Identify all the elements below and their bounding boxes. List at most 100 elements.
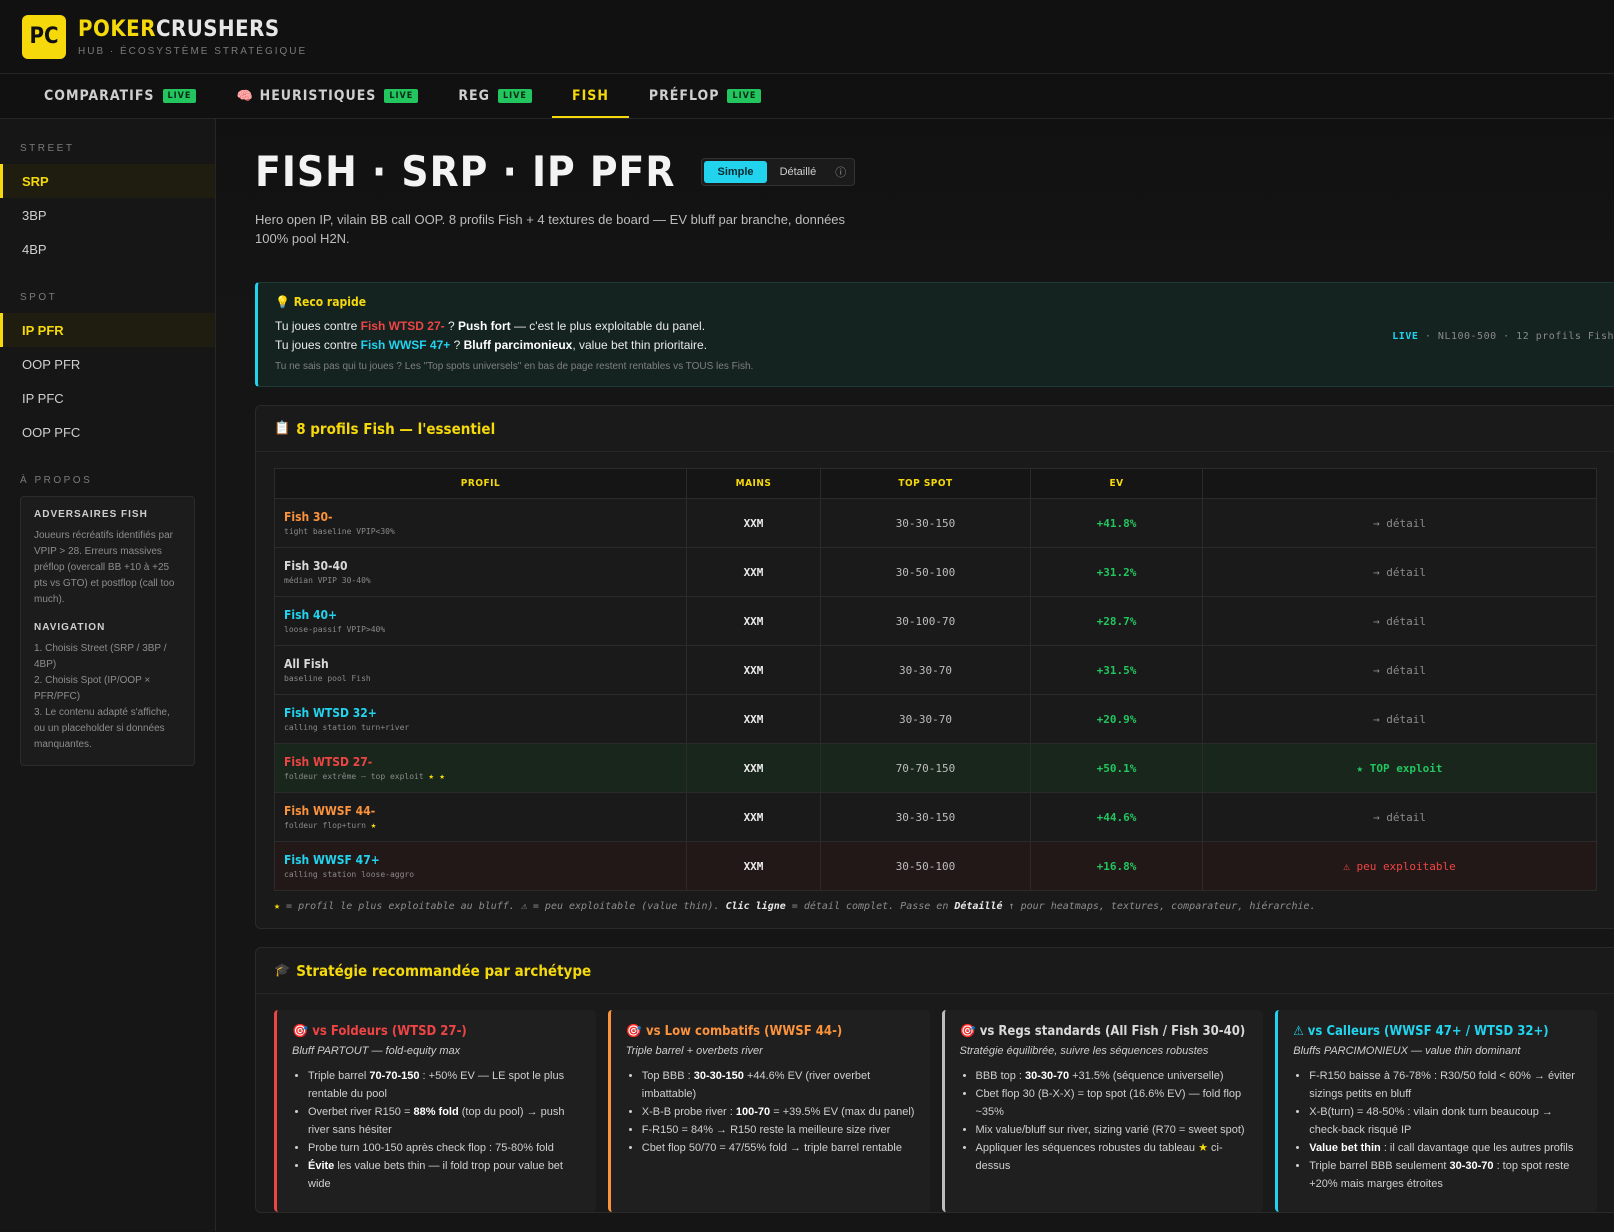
top-spot-cell: 30-100-70 [820, 596, 1031, 646]
detail-link[interactable]: → détail [1202, 498, 1597, 548]
detail-link[interactable]: ⚠ peu exploitable [1202, 841, 1597, 891]
ev-cell: +31.2% [1030, 547, 1203, 597]
list-item: F-R150 baisse à 76-78% : R30/50 fold < 6… [1309, 1067, 1583, 1103]
about-text: Joueurs récréatifs identifiés par VPIP >… [34, 530, 175, 605]
tab-heuristiques[interactable]: 🧠 HEURISTIQUES LIVE [216, 74, 438, 118]
detail-link[interactable]: → détail [1202, 596, 1597, 646]
profile-description: foldeur flop+turn ★ [284, 820, 377, 831]
table-row[interactable]: Fish 30-40 médian VPIP 30-40% XXM 30-50-10… [274, 547, 1597, 597]
list-item: F-R150 = 84% → R150 reste la meilleure s… [642, 1121, 916, 1139]
strategy-card-title: 🎓 Stratégie recommandée par archétype [256, 948, 1614, 994]
status-line: LIVE · NL100-500 · 12 profils Fish [1392, 331, 1614, 342]
sidebar-item-ip-pfr[interactable]: IP PFR [0, 313, 215, 347]
sidebar: STREET SRP 3BP 4BP SPOT IP PFR OOP PFR I… [0, 119, 216, 1231]
table-row[interactable]: Fish WWSF 44- foldeur flop+turn ★ XXM 30-30… [274, 792, 1597, 842]
detail-link[interactable]: → détail [1202, 645, 1597, 695]
star-icon: ★ [370, 820, 377, 831]
tab-label: REG [458, 88, 490, 104]
tab-label: COMPARATIFS [44, 88, 155, 104]
profiles-table: PROFIL MAINS TOP SPOT EV Fish 30- tight b… [274, 468, 1597, 891]
tab-comparatifs[interactable]: COMPARATIFS LIVE [24, 74, 216, 118]
strategy-foldeurs: 🎯 vs Foldeurs (WTSD 27-) Bluff PARTOUT —… [274, 1010, 596, 1212]
status-live: LIVE [1392, 331, 1419, 342]
list-item: Triple barrel 70-70-150 : +50% EV — LE s… [308, 1067, 582, 1103]
reco-title-text: Reco rapide [293, 295, 367, 309]
profile-cell: Fish WWSF 44- foldeur flop+turn ★ [274, 792, 687, 842]
top-spot-cell: 30-30-70 [820, 694, 1031, 744]
tab-preflop[interactable]: PRÉFLOP LIVE [629, 74, 782, 118]
profile-name: Fish WWSF 44- [284, 803, 376, 818]
list-item: Probe turn 100-150 après check flop : 75… [308, 1139, 582, 1157]
strategy-subtitle: Triple barrel + overbets river [625, 1045, 763, 1057]
detail-link[interactable]: → détail [1202, 547, 1597, 597]
top-spot-cell: 30-30-70 [820, 645, 1031, 695]
sidebar-item-oop-pfr[interactable]: OOP PFR [0, 347, 215, 381]
list-item: BBB top : 30-30-70 +31.5% (séquence univ… [976, 1067, 1250, 1085]
table-row[interactable]: All Fish baseline pool Fish XXM 30-30-70 +3… [274, 645, 1597, 695]
profile-name: Fish WWSF 47+ [284, 852, 380, 867]
profile-description: foldeur extrême — top exploit ★ ★ [284, 771, 445, 782]
top-spot-cell: 30-30-150 [820, 498, 1031, 548]
list-item: X-B(turn) = 48-50% : vilain donk turn be… [1309, 1103, 1583, 1139]
top-spot-cell: 30-30-150 [820, 792, 1031, 842]
about-box: ADVERSAIRES FISH Joueurs récréatifs iden… [20, 496, 195, 766]
lightbulb-icon: 💡 [275, 295, 290, 309]
list-item: Triple barrel BBB seulement 30-30-70 : t… [1309, 1157, 1583, 1193]
sidebar-about-label: À PROPOS [20, 475, 93, 486]
list-item: Cbet flop 30 (B-X-X) = top spot (16.6% E… [976, 1085, 1250, 1121]
mains-cell: XXM [686, 792, 821, 842]
tab-reg[interactable]: REG LIVE [438, 74, 552, 118]
profile-cell: Fish 30-40 médian VPIP 30-40% [274, 547, 687, 597]
page-description: Hero open IP, vilain BB call OOP. 8 prof… [255, 212, 846, 246]
brand-name-b: CRUSHERS [155, 16, 280, 42]
sidebar-item-ip-pfc[interactable]: IP PFC [0, 381, 215, 415]
detail-link[interactable]: → détail [1202, 694, 1597, 744]
reco-note: Tu ne sais pas qui tu joues ? Les "Top s… [275, 361, 754, 372]
profile-name: Fish 30-40 [284, 558, 348, 573]
detail-link[interactable]: ★ TOP exploit [1202, 743, 1597, 793]
strategy-regs-standards: 🎯 vs Regs standards (All Fish / Fish 30-… [941, 1010, 1264, 1212]
profile-name: Fish WTSD 32+ [284, 705, 377, 720]
strategy-title: 🎯 vs Low combatifs (WWSF 44-) [625, 1024, 843, 1039]
sidebar-item-srp[interactable]: SRP [0, 164, 215, 198]
strategy-low-combatifs: 🎯 vs Low combatifs (WWSF 44-) Triple bar… [607, 1010, 930, 1212]
profile-name: All Fish [284, 656, 329, 671]
table-row[interactable]: Fish WTSD 32+ calling station turn+river … [274, 694, 1597, 744]
live-badge: LIVE [727, 89, 762, 103]
ev-cell: +31.5% [1030, 645, 1203, 695]
strategy-title: 🎯 vs Foldeurs (WTSD 27-) [292, 1024, 467, 1039]
profiles-card: 📋 8 profils Fish — l'essentiel PROFIL MAI… [255, 405, 1614, 929]
toggle-simple-button[interactable]: Simple [704, 160, 767, 183]
table-row[interactable]: Fish 40+ loose-passif VPIP>40% XXM 30-100-… [274, 596, 1597, 646]
top-spot-cell: 30-50-100 [820, 547, 1031, 597]
live-badge: LIVE [498, 89, 532, 103]
table-row[interactable]: Fish 30- tight baseline VPIP<30% XXM 30-30… [274, 498, 1597, 548]
profile-description: baseline pool Fish [284, 673, 371, 683]
table-row[interactable]: Fish WTSD 27- foldeur extrême — top explo… [274, 743, 1597, 793]
reco-title: 💡 Reco rapide [275, 295, 1597, 309]
sidebar-item-3bp[interactable]: 3BP [0, 198, 215, 232]
table-legend: ★ = profil le plus exploitable au bluff.… [274, 901, 1316, 912]
tab-fish[interactable]: FISH [551, 74, 629, 118]
list-item: Value bet thin : il call davantage que l… [1309, 1139, 1583, 1157]
profile-cell: Fish WTSD 27- foldeur extrême — top explo… [274, 743, 687, 793]
ev-cell: +28.7% [1030, 596, 1203, 646]
sidebar-item-oop-pfc[interactable]: OOP PFC [0, 415, 215, 449]
detail-link[interactable]: → détail [1202, 792, 1597, 842]
logo-icon[interactable]: PC [22, 14, 66, 59]
profile-description: calling station loose-aggro [284, 869, 415, 879]
profile-cell: All Fish baseline pool Fish [274, 645, 687, 695]
info-icon[interactable]: ⓘ [829, 164, 852, 180]
profile-cell: Fish 30- tight baseline VPIP<30% [274, 498, 687, 548]
column-header [1202, 468, 1597, 499]
profile-cell: Fish WTSD 32+ calling station turn+river [274, 694, 687, 744]
table-row[interactable]: Fish WWSF 47+ calling station loose-aggro… [274, 841, 1597, 891]
brain-icon: 🧠 [236, 88, 254, 104]
list-item: Overbet river R150 = 88% fold (top du po… [308, 1103, 582, 1139]
strategy-title: 🎯 vs Regs standards (All Fish / Fish 30-… [959, 1024, 1246, 1039]
column-header: PROFIL [274, 468, 687, 499]
sidebar-spot-label: SPOT [20, 292, 58, 303]
sidebar-item-4bp[interactable]: 4BP [0, 232, 215, 266]
live-badge: LIVE [384, 89, 419, 103]
toggle-detail-button[interactable]: Détaillé [767, 161, 830, 183]
